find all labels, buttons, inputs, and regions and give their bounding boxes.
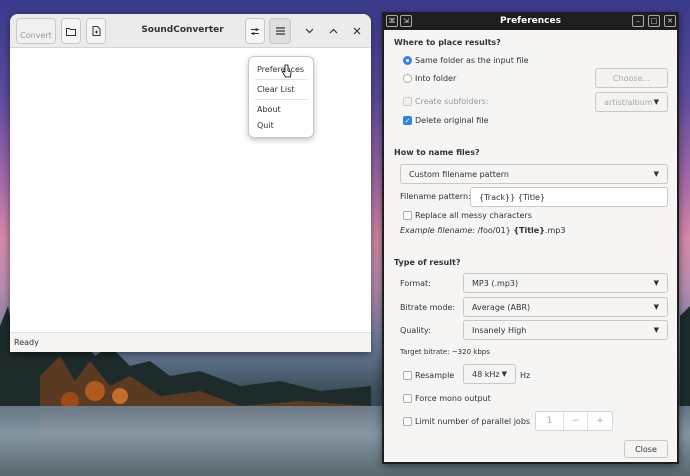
bitrate-mode-label: Bitrate mode: <box>400 303 456 312</box>
decrement-button[interactable]: − <box>564 412 588 430</box>
replace-messy-label: Replace all messy characters <box>415 211 532 220</box>
convert-label: Convert <box>20 30 52 40</box>
filename-pattern-input[interactable]: {Track}} {Title} <box>470 187 668 207</box>
chevron-down-icon: ▼ <box>653 170 659 178</box>
example-path: /foo/01} <box>477 226 511 235</box>
close-icon[interactable]: ✕ <box>664 15 676 27</box>
bitrate-mode-value: Average (ABR) <box>472 302 531 312</box>
into-folder-label: Into folder <box>415 74 457 83</box>
resample-rate-value: 48 kHz <box>472 369 500 379</box>
close-preferences-label: Close <box>635 444 657 454</box>
resample-checkbox[interactable] <box>403 371 412 380</box>
force-mono-checkbox[interactable] <box>403 394 412 403</box>
choose-folder-button[interactable]: Choose... <box>595 68 668 88</box>
chevron-down-icon: ▼ <box>653 303 659 311</box>
sliders-icon <box>251 27 259 35</box>
close-button[interactable] <box>349 23 365 39</box>
preferences-toggle-button[interactable] <box>245 18 265 44</box>
close-preferences-button[interactable]: Close <box>624 440 668 458</box>
bitrate-mode-dropdown[interactable]: Average (ABR) ▼ <box>463 297 668 317</box>
minimize-button[interactable] <box>301 23 317 39</box>
same-folder-label: Same folder as the input file <box>415 56 529 65</box>
chevron-down-icon: ▼ <box>653 98 659 106</box>
section-type-title: Type of result? <box>394 258 461 267</box>
convert-button[interactable]: Convert <box>16 18 56 44</box>
example-filename-label: Example filename: <box>400 226 475 235</box>
menu-item-quit[interactable]: Quit <box>257 121 274 130</box>
example-filename: Example filename: /foo/01} {Title}.mp3 <box>400 226 565 235</box>
menu-separator <box>255 99 307 100</box>
header-bar: Convert SoundConverter <box>10 14 371 48</box>
delete-original-label: Delete original file <box>415 116 489 125</box>
status-bar: Ready <box>10 332 371 352</box>
choose-folder-label: Choose... <box>612 73 651 83</box>
add-file-button[interactable] <box>86 18 106 44</box>
main-menu-popover: Preferences Clear List About Quit <box>248 56 314 138</box>
format-value: MP3 (.mp3) <box>472 278 519 288</box>
subfolder-pattern-dropdown[interactable]: artist/album ▼ <box>595 92 668 112</box>
preferences-titlebar: ⌘ ⇲ Preferences – □ ✕ <box>384 12 677 30</box>
section-where-title: Where to place results? <box>394 38 501 47</box>
preferences-window: ⌘ ⇲ Preferences – □ ✕ Where to place res… <box>382 12 679 464</box>
parallel-jobs-spinner[interactable]: 1 − + <box>535 411 613 431</box>
soundconverter-window: Convert SoundConverter Ready <box>10 14 371 352</box>
limit-jobs-checkbox[interactable] <box>403 417 412 426</box>
file-add-icon <box>92 26 100 36</box>
target-bitrate-text: Target bitrate: ~320 kbps <box>400 348 490 356</box>
filename-pattern-label: Filename pattern: <box>400 192 471 201</box>
same-folder-radio[interactable] <box>403 56 412 65</box>
delete-original-checkbox[interactable]: ✓ <box>403 116 412 125</box>
file-list-area[interactable] <box>10 48 371 332</box>
minimize-icon[interactable]: – <box>632 15 644 27</box>
into-folder-radio[interactable] <box>403 74 412 83</box>
close-icon <box>353 27 361 35</box>
filename-pattern-value: {Track}} {Title} <box>479 192 546 202</box>
resample-rate-dropdown[interactable]: 48 kHz ▼ <box>463 364 516 384</box>
replace-messy-checkbox[interactable] <box>403 211 412 220</box>
chevron-up-icon <box>329 28 337 34</box>
maximize-icon[interactable]: □ <box>648 15 660 27</box>
chevron-down-icon: ▼ <box>501 370 507 378</box>
hz-label: Hz <box>520 371 531 380</box>
create-subfolders-checkbox[interactable] <box>403 97 412 106</box>
example-title: {Title} <box>513 226 545 235</box>
naming-mode-value: Custom filename pattern <box>409 169 509 179</box>
parallel-jobs-value[interactable]: 1 <box>536 412 564 430</box>
increment-button[interactable]: + <box>588 412 612 430</box>
quality-label: Quality: <box>400 326 431 335</box>
chevron-down-icon: ▼ <box>653 279 659 287</box>
hamburger-icon <box>275 27 285 35</box>
folder-icon <box>66 27 76 36</box>
chevron-down-icon <box>305 28 313 34</box>
example-extension: .mp3 <box>544 226 566 235</box>
window-title: SoundConverter <box>141 25 224 35</box>
add-folder-button[interactable] <box>61 18 81 44</box>
format-label: Format: <box>400 279 431 288</box>
menu-item-preferences[interactable]: Preferences <box>257 65 304 74</box>
mouse-cursor-icon <box>282 64 292 78</box>
subfolder-pattern-value: artist/album <box>604 97 653 107</box>
maximize-button[interactable] <box>325 23 341 39</box>
quality-dropdown[interactable]: Insanely High ▼ <box>463 320 668 340</box>
create-subfolders-label: Create subfolders: <box>415 97 489 106</box>
quality-value: Insanely High <box>472 325 527 335</box>
force-mono-label: Force mono output <box>415 394 491 403</box>
resample-label: Resample <box>415 371 455 380</box>
limit-jobs-label: Limit number of parallel jobs <box>415 417 531 426</box>
menu-item-clear-list[interactable]: Clear List <box>257 85 294 94</box>
format-dropdown[interactable]: MP3 (.mp3) ▼ <box>463 273 668 293</box>
naming-mode-dropdown[interactable]: Custom filename pattern ▼ <box>400 164 668 184</box>
preferences-content: Where to place results? Same folder as t… <box>384 30 677 462</box>
chevron-down-icon: ▼ <box>653 326 659 334</box>
status-text: Ready <box>14 338 39 347</box>
menu-separator <box>255 79 307 80</box>
section-naming-title: How to name files? <box>394 148 480 157</box>
menu-item-about[interactable]: About <box>257 105 281 114</box>
main-menu-button[interactable] <box>269 18 291 44</box>
